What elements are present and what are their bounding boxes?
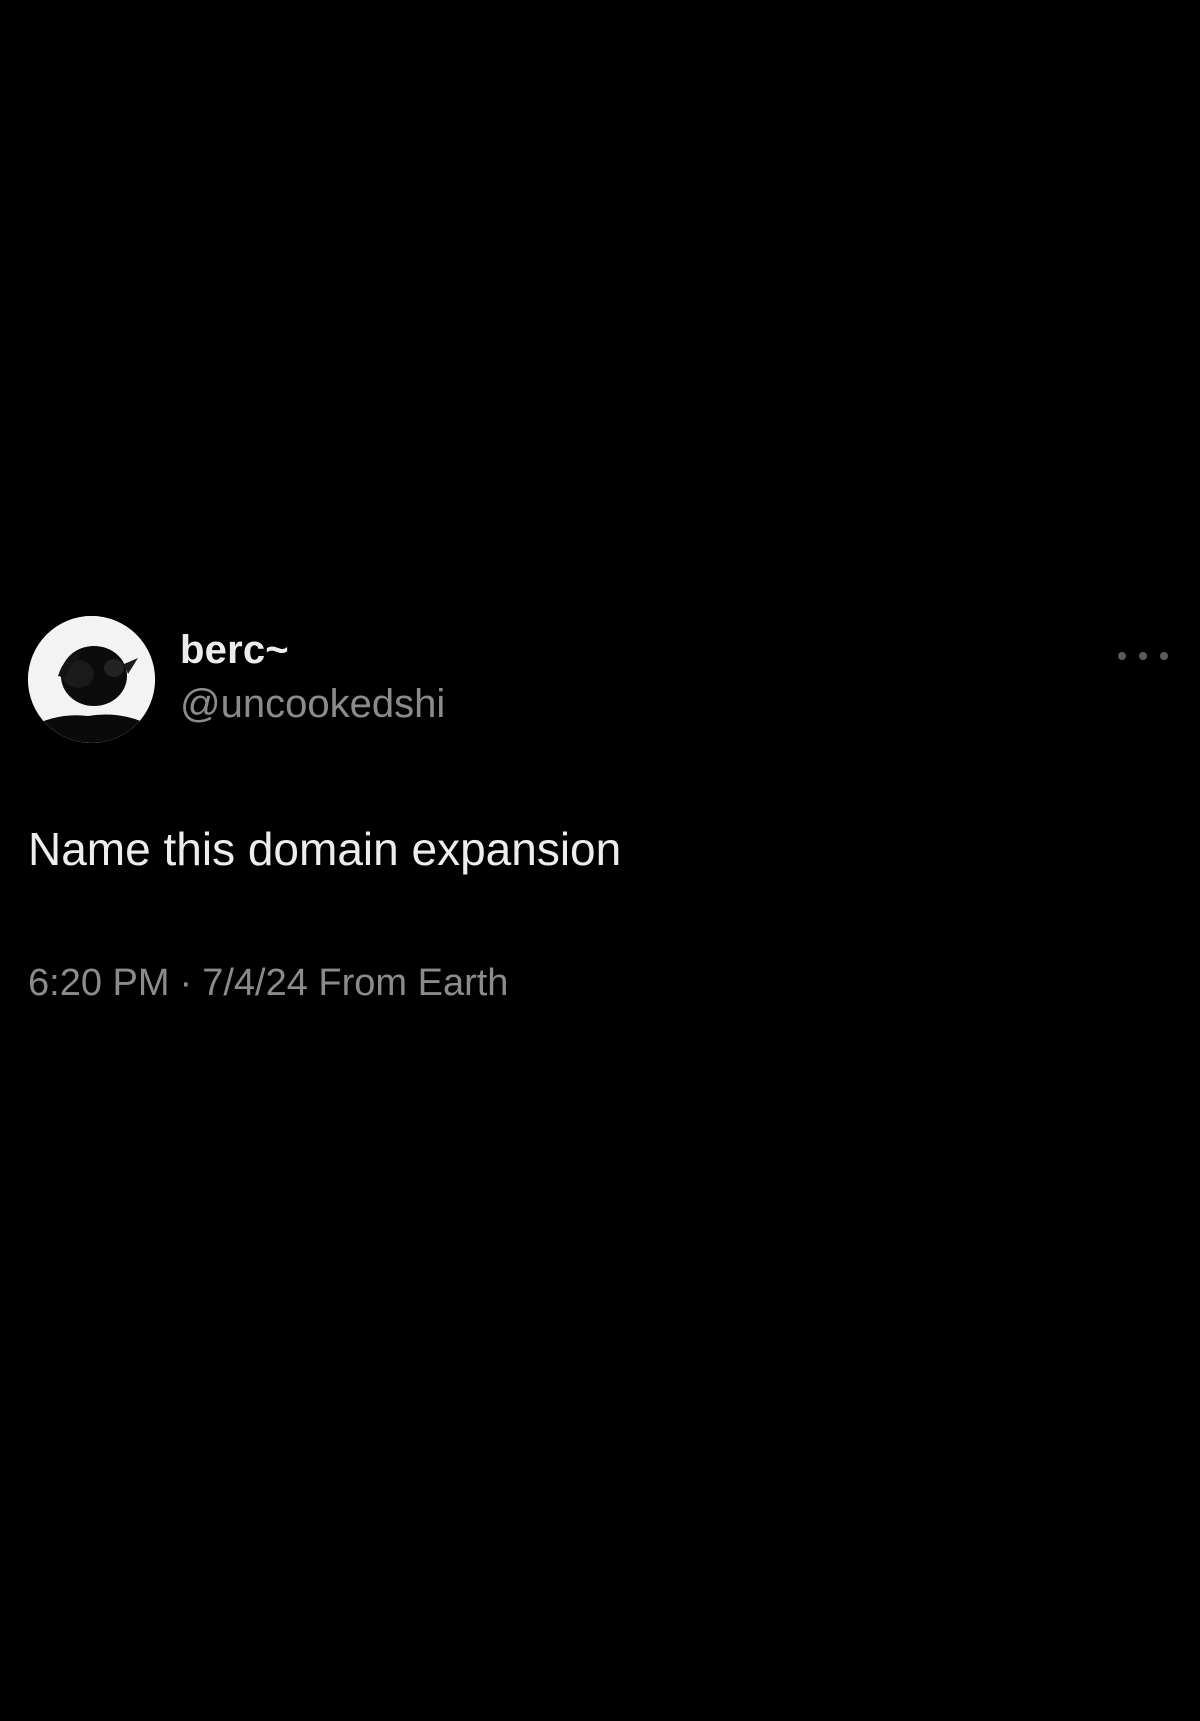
more-options-icon-dot <box>1139 652 1147 660</box>
meta-separator: · <box>179 962 193 1004</box>
avatar-image <box>28 616 155 743</box>
display-name[interactable]: berc~ <box>180 628 289 673</box>
avatar[interactable] <box>28 616 155 743</box>
user-handle[interactable]: @uncookedshi <box>180 682 445 727</box>
tweet-source: From Earth <box>318 962 509 1004</box>
more-options-button[interactable] <box>1118 646 1168 666</box>
tweet-date[interactable]: 7/4/24 <box>202 962 308 1004</box>
tweet-time[interactable]: 6:20 PM <box>28 962 170 1004</box>
more-options-icon-dot <box>1118 652 1126 660</box>
tweet-text: Name this domain expansion <box>28 823 622 875</box>
more-options-icon-dot <box>1160 652 1168 660</box>
tweet-card: berc~ @uncookedshi Name this domain expa… <box>0 0 1200 1721</box>
tweet-meta: 6:20 PM · 7/4/24 From Earth <box>28 962 508 1005</box>
